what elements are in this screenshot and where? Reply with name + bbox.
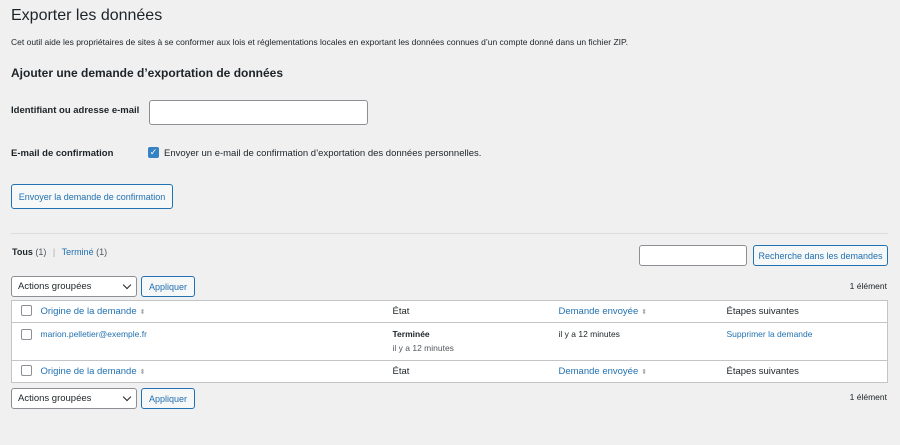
confirmation-label: E-mail de confirmation	[11, 148, 114, 159]
column-sent-footer[interactable]: Demande envoyée	[559, 366, 639, 377]
row-state: Terminée	[392, 329, 430, 339]
column-origin[interactable]: Origine de la demande	[41, 306, 137, 317]
row-state-time: il y a 12 minutes	[392, 343, 454, 353]
apply-button-top[interactable]: Appliquer	[141, 276, 195, 297]
row-sent-time: il y a 12 minutes	[558, 329, 620, 339]
item-count-bottom: 1 élément	[849, 392, 887, 402]
section-title: Ajouter une demande d’exportation de don…	[11, 66, 284, 80]
confirmation-checkbox[interactable]: ✓	[148, 147, 159, 158]
identifier-input[interactable]	[149, 100, 368, 125]
column-origin-footer[interactable]: Origine de la demande	[41, 366, 137, 377]
check-icon: ✓	[149, 147, 158, 157]
select-all-checkbox[interactable]	[21, 304, 32, 316]
view-filters: Tous (1) | Terminé (1)	[12, 247, 107, 257]
table-footer-row: Origine de la demande ⬍ État Demande envo…	[11, 360, 888, 383]
item-count-top: 1 élément	[849, 281, 887, 291]
confirmation-checkbox-label[interactable]: Envoyer un e-mail de confirmation d’expo…	[164, 148, 481, 159]
bulk-actions-select-top[interactable]: Actions groupées	[11, 276, 137, 297]
page-title: Exporter les données	[11, 7, 163, 24]
search-button[interactable]: Recherche dans les demandes	[753, 245, 888, 266]
bulk-actions-select-bottom[interactable]: Actions groupées	[11, 388, 137, 409]
sort-icon: ⬍	[139, 309, 146, 316]
view-completed-count: (1)	[96, 247, 108, 257]
chevron-down-icon	[122, 392, 132, 402]
table-header-row: Origine de la demande ⬍ État Demande envo…	[11, 300, 888, 323]
sort-icon: ⬍	[641, 309, 648, 316]
row-email-link[interactable]: marion.pelletier@exemple.fr	[41, 329, 147, 339]
bulk-actions-value: Actions groupées	[18, 281, 92, 292]
column-state-footer: État	[392, 366, 410, 377]
sort-icon: ⬍	[641, 369, 648, 376]
send-request-button[interactable]: Envoyer la demande de confirmation	[11, 184, 173, 209]
sort-icon: ⬍	[139, 369, 146, 376]
delete-request-link[interactable]: Supprimer la demande	[727, 329, 813, 339]
requests-table: Origine de la demande ⬍ État Demande envo…	[11, 300, 888, 383]
search-input[interactable]	[639, 245, 747, 266]
bulk-actions-value: Actions groupées	[18, 393, 92, 404]
view-completed[interactable]: Terminé	[62, 247, 94, 257]
column-next-steps-footer: Étapes suivantes	[726, 366, 799, 377]
view-all[interactable]: Tous	[12, 247, 33, 257]
column-state: État	[392, 306, 410, 317]
column-sent[interactable]: Demande envoyée	[559, 306, 639, 317]
select-all-checkbox-bottom[interactable]	[21, 364, 32, 376]
view-all-count: (1)	[35, 247, 47, 257]
table-row: marion.pelletier@exemple.fr Terminée il …	[12, 323, 888, 361]
identifier-label: Identifiant ou adresse e-mail	[11, 105, 140, 116]
view-separator: |	[52, 247, 56, 257]
column-next-steps: Étapes suivantes	[726, 306, 799, 317]
row-checkbox[interactable]	[21, 329, 32, 340]
page-description: Cet outil aide les propriétaires de site…	[11, 37, 628, 47]
chevron-down-icon	[122, 280, 132, 290]
divider	[11, 233, 888, 234]
apply-button-bottom[interactable]: Appliquer	[141, 388, 195, 409]
